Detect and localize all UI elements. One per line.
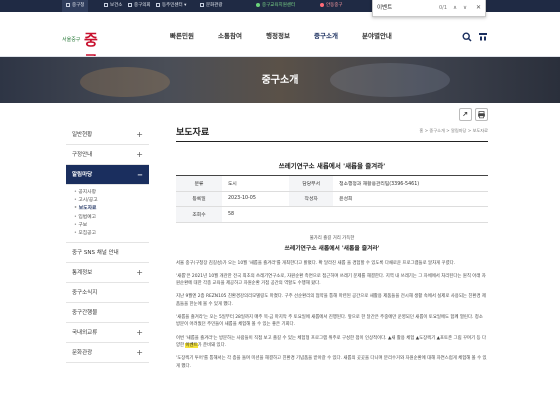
- sidebar-item-label: 통계정보: [72, 270, 93, 277]
- sidebar-item-statistics[interactable]: 통계정보 +: [66, 263, 149, 284]
- sidebar-item-tourism[interactable]: 문화관광 +: [66, 343, 149, 364]
- info-value-date: 2023-10-05: [222, 191, 290, 207]
- sidebar-item-administration[interactable]: 구정안내 +: [66, 145, 149, 165]
- sidebar-item-general[interactable]: 일반현황 +: [66, 125, 149, 145]
- gnb-item-about[interactable]: 중구소개: [314, 30, 338, 40]
- minus-icon: −: [137, 171, 143, 179]
- info-value-views: 58: [222, 206, 488, 223]
- breadcrumb: 홈 > 중구소개 > 알림마당 > 보도자료: [419, 128, 488, 133]
- main-content: 보도자료 홈 > 중구소개 > 알림마당 > 보도자료 쓰레기연구소 새롭에서 …: [176, 125, 488, 369]
- info-label-writer: 작성자: [289, 191, 334, 207]
- sidebar-item-label: 중구 SNS 채널 안내: [72, 250, 119, 257]
- sidebar-item-notice-board[interactable]: 알림마당 −: [66, 165, 149, 185]
- paragraph-text: 가 준비돼 있다.: [197, 342, 227, 348]
- find-highlight: 이벤트: [185, 342, 198, 348]
- article-paragraph: '도장찍기 투어'를 통해서는 각 층을 돌며 미션을 해결하고 친환경 기념품…: [176, 356, 487, 369]
- andong-icon: [320, 2, 324, 7]
- sidebar-item-newsletter[interactable]: 중구소식지: [66, 283, 149, 304]
- education-icon: [256, 2, 260, 7]
- topbar-link-council[interactable]: 중구의회: [128, 0, 151, 12]
- topbar-link-andong[interactable]: 안동중구: [320, 0, 343, 12]
- sidebar: 일반현황 + 구정안내 + 알림마당 − 공지사항 고시/공고 보도자료 입법예고 구…: [66, 125, 149, 364]
- article-heading: 쓰레기연구소 새롭에서 '새롭을 즐겨라': [284, 246, 380, 253]
- find-prev-button[interactable]: ∧: [453, 3, 457, 13]
- info-label-views: 조회수: [176, 206, 222, 223]
- article-info-table: 분류 도시 담당부서 청소행정과 재활용관리팀(3396-5461) 등록일 2…: [176, 175, 488, 223]
- sidebar-item-label: 중구간행물: [72, 310, 98, 317]
- gnb-item-participation[interactable]: 소통참여: [218, 30, 242, 40]
- find-bar: 이벤트 0/1 ∧ ∨ ✕: [372, 0, 486, 17]
- sidebar-item-label: 일반현황: [72, 132, 93, 138]
- find-next-button[interactable]: ∨: [463, 3, 467, 13]
- health-icon: [104, 2, 108, 7]
- topbar-link-junggu[interactable]: 중구청: [62, 0, 89, 12]
- banner-title: 중구소개: [261, 75, 299, 86]
- find-match-count: 0/1: [439, 5, 448, 11]
- info-label-date: 등록일: [176, 191, 222, 207]
- gnb-item-admin-info[interactable]: 행정정보: [266, 30, 290, 40]
- submenu-item-notices[interactable]: 공지사항: [74, 189, 149, 197]
- gnb-item-field-guide[interactable]: 분야별안내: [362, 30, 392, 40]
- plus-icon: +: [136, 328, 143, 338]
- article-title: 쓰레기연구소 새롭에서 '새롭을 즐겨라': [278, 162, 386, 170]
- info-value-dept: 청소행정과 재활용관리팀(3396-5461): [333, 175, 488, 192]
- sidebar-item-sns[interactable]: 중구 SNS 채널 안내: [66, 243, 149, 264]
- article-paragraph: '새롭'은 2021년 10월 개관한 전국 최초의 쓰레기연구소로, 자원순환…: [176, 273, 486, 287]
- sidebar-item-label: 알림마당: [72, 172, 93, 178]
- sidebar-item-label: 문화관광: [72, 350, 93, 357]
- logo-small-text: 서울중구: [62, 37, 81, 43]
- submenu-item-announcements[interactable]: 고시/공고: [74, 197, 149, 205]
- plus-icon: +: [136, 268, 143, 278]
- find-close-button[interactable]: ✕: [476, 3, 481, 13]
- topbar-link-culture[interactable]: 문화관광: [200, 0, 223, 12]
- article-paragraph: 이번 '새롭을 즐겨라'는 방문하는 사람들이 직접 보고 즐길 수 있는 체험…: [176, 335, 488, 350]
- topbar-link-education[interactable]: 중구교육지원센터: [256, 0, 295, 12]
- article-paragraph: 지난 9월엔 2층 REZN105 친환경강의리모델링도 마쳤다. 구주 선순환…: [176, 294, 486, 307]
- sidebar-item-publications[interactable]: 중구간행물: [66, 303, 149, 324]
- find-input[interactable]: 이벤트: [377, 3, 435, 13]
- topbar-link-health[interactable]: 보건소: [104, 0, 122, 12]
- home-icon: [66, 2, 70, 7]
- sidebar-item-label: 구정안내: [72, 152, 93, 158]
- council-icon: [128, 2, 132, 7]
- article-caption: 불가리 즐길 거리 가득한: [309, 236, 355, 241]
- sidebar-submenu: 공지사항 고시/공고 보도자료 입법예고 구보 모집공고: [66, 185, 149, 244]
- plus-icon: +: [136, 348, 143, 358]
- sidebar-item-label: 국내외교류: [72, 330, 98, 337]
- submenu-item-recruitment[interactable]: 모집공고: [74, 230, 149, 238]
- plus-icon: +: [136, 150, 143, 159]
- search-icon[interactable]: [462, 32, 472, 42]
- article-body: 불가리 즐길 거리 가득한 쓰레기연구소 새롭에서 '새롭을 즐겨라' 서울 중…: [176, 235, 488, 370]
- submenu-item-legislation[interactable]: 입법예고: [74, 214, 149, 222]
- info-value-writer: 윤성희: [333, 191, 488, 207]
- topbar-link-community[interactable]: 동주민센터 ▾: [156, 0, 186, 12]
- info-value-category: 도시: [222, 175, 290, 192]
- sidebar-item-exchange[interactable]: 국내외교류 +: [66, 323, 149, 344]
- sitemap-menu-icon[interactable]: [478, 32, 488, 42]
- info-label-dept: 담당부서: [289, 175, 334, 192]
- article-paragraph: '새롭을 즐겨라'는 오는 5일부터 28일까지 매주 목·금 마지막 주 토요…: [176, 315, 483, 328]
- page-banner: 중구소개: [0, 57, 560, 103]
- submenu-item-press[interactable]: 보도자료: [74, 205, 149, 213]
- article-paragraph: 서울 중구(구청장 김길성)가 오는 10월 '새롭을 즐겨라'를 개최한다고 …: [176, 260, 456, 266]
- chevron-down-icon: ▾: [182, 3, 187, 8]
- title-divider: [176, 141, 488, 142]
- community-icon: [156, 2, 160, 7]
- submenu-item-gazette[interactable]: 구보: [74, 222, 149, 230]
- plus-icon: +: [136, 130, 143, 139]
- gnb-item-quick-service[interactable]: 빠른민원: [170, 30, 194, 40]
- info-label-category: 분류: [176, 175, 222, 192]
- print-icon[interactable]: [475, 108, 488, 121]
- sidebar-item-label: 중구소식지: [72, 290, 98, 297]
- share-icon[interactable]: [459, 108, 472, 121]
- culture-icon: [200, 2, 204, 7]
